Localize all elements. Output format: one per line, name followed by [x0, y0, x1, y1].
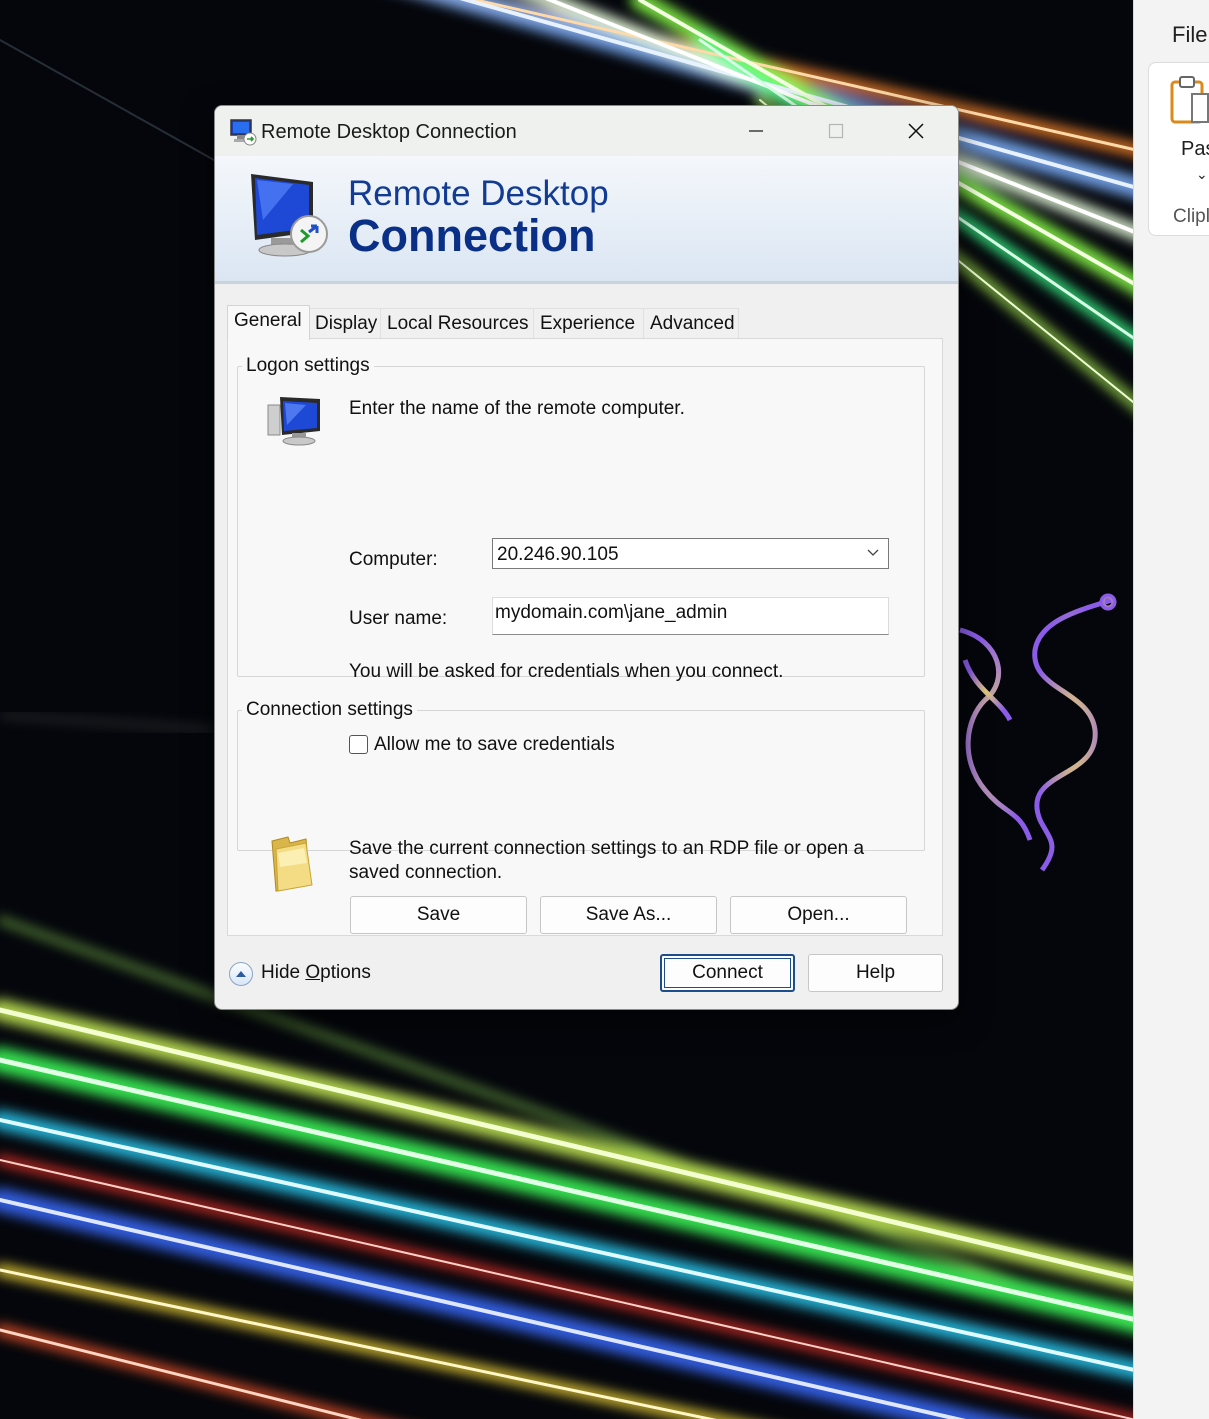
remote-desktop-app-icon: [230, 119, 257, 146]
background-app-window: File Pas ⌄ Clipl: [1133, 0, 1209, 1419]
username-label: User name:: [349, 608, 448, 629]
username-value[interactable]: mydomain.com\jane_admin: [495, 602, 727, 624]
computer-combobox[interactable]: 20.246.90.105: [492, 538, 889, 569]
save-button[interactable]: Save: [350, 896, 527, 934]
chevron-up-icon: [236, 971, 246, 977]
tab-advanced[interactable]: Advanced: [643, 308, 739, 339]
collapse-icon[interactable]: [229, 962, 253, 986]
tab-local-resources[interactable]: Local Resources: [380, 308, 535, 339]
chevron-down-icon[interactable]: [866, 545, 880, 559]
remote-desktop-dialog: Remote Desktop Connection Remote Desktop…: [214, 105, 959, 1010]
computer-value[interactable]: 20.246.90.105: [497, 544, 619, 566]
close-icon: [908, 123, 924, 139]
hide-options-label[interactable]: Hide Options: [261, 962, 371, 984]
folder-icon: [271, 836, 313, 892]
tab-experience[interactable]: Experience: [533, 308, 645, 339]
maximize-icon: [828, 123, 844, 139]
paste-icon[interactable]: [1170, 74, 1209, 126]
connection-settings-group: Connection settings: [237, 699, 925, 851]
title-bar[interactable]: Remote Desktop Connection: [215, 106, 958, 156]
connection-description-line2: saved connection.: [349, 862, 503, 883]
file-tab[interactable]: File: [1172, 22, 1207, 48]
minimize-button[interactable]: [716, 106, 796, 156]
header-banner: Remote Desktop Connection: [215, 156, 958, 284]
computer-icon: [267, 397, 320, 446]
connection-settings-legend: Connection settings: [246, 699, 413, 720]
maximize-button[interactable]: [796, 106, 876, 156]
username-field[interactable]: mydomain.com\jane_admin: [492, 597, 889, 635]
tab-display[interactable]: Display: [308, 308, 382, 339]
banner-title-line1: Remote Desktop: [348, 174, 609, 213]
window-title: Remote Desktop Connection: [261, 121, 517, 143]
paste-button-label[interactable]: Pas: [1181, 138, 1209, 161]
tab-general[interactable]: General: [227, 305, 310, 340]
minimize-icon: [749, 130, 763, 132]
banner-title-line2: Connection: [348, 210, 596, 261]
logon-instruction: Enter the name of the remote computer.: [349, 398, 685, 419]
help-button[interactable]: Help: [808, 954, 943, 992]
chevron-down-icon[interactable]: ⌄: [1196, 166, 1208, 183]
credentials-note: You will be asked for credentials when y…: [349, 661, 784, 682]
connect-button[interactable]: Connect: [660, 954, 795, 992]
connection-description-line1: Save the current connection settings to …: [349, 838, 865, 859]
save-as-button[interactable]: Save As...: [540, 896, 717, 934]
open-button[interactable]: Open...: [730, 896, 907, 934]
remote-desktop-monitor-icon: [251, 174, 328, 257]
close-button[interactable]: [876, 106, 956, 156]
clipboard-group-label: Clipl: [1173, 206, 1209, 227]
logon-settings-legend: Logon settings: [246, 355, 370, 376]
computer-label: Computer:: [349, 549, 438, 570]
general-tab-page: Logon settings Enter the name of the rem…: [227, 338, 943, 936]
